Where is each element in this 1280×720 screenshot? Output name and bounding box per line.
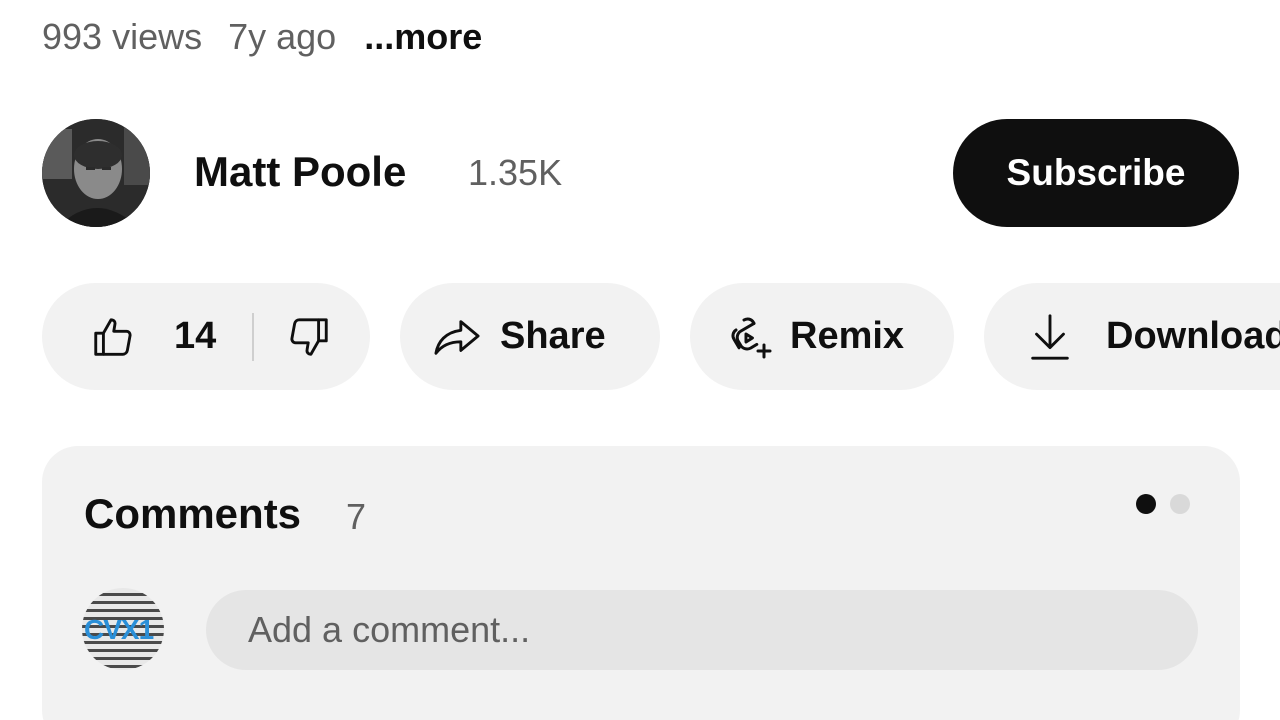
like-count: 14 <box>174 315 217 357</box>
download-label: Download <box>1106 315 1280 357</box>
subscribe-button[interactable]: Subscribe <box>953 119 1239 227</box>
thumbs-up-icon <box>90 314 136 360</box>
comment-input[interactable] <box>206 590 1198 670</box>
share-arrow-icon <box>432 314 482 360</box>
like-dislike-pill: 14 <box>42 283 370 390</box>
subscriber-count: 1.35K <box>468 152 563 193</box>
download-button[interactable]: Download <box>984 283 1280 390</box>
channel-avatar-photo-icon <box>42 119 150 227</box>
like-button[interactable]: 14 <box>42 283 216 390</box>
thumbs-down-icon <box>286 314 332 360</box>
comments-count: 7 <box>346 496 367 537</box>
channel-name[interactable]: Matt Poole <box>194 148 406 196</box>
channel-row: Matt Poole 1.35K Subscribe <box>42 118 1240 228</box>
carousel-dot-inactive <box>1170 494 1190 514</box>
user-avatar: CVX1 <box>82 588 164 670</box>
action-bar: 14 Share Remix Download <box>42 283 1280 390</box>
remix-icon <box>726 313 774 361</box>
remix-button[interactable]: Remix <box>690 283 954 390</box>
comments-section[interactable]: Comments 7 CVX1 <box>42 446 1240 720</box>
share-label: Share <box>500 315 606 357</box>
carousel-dot-active <box>1136 494 1156 514</box>
view-count: 993 views <box>42 16 203 57</box>
upload-age: 7y ago <box>228 16 337 57</box>
channel-avatar[interactable] <box>42 119 150 227</box>
more-link[interactable]: ...more <box>364 16 482 58</box>
carousel-indicator <box>1136 494 1204 514</box>
download-icon <box>1028 312 1072 362</box>
user-avatar-text: CVX1 <box>84 614 154 645</box>
comments-title: Comments <box>84 490 302 537</box>
video-meta-line[interactable]: 993 views 7y ago ...more <box>42 12 482 62</box>
share-button[interactable]: Share <box>400 283 660 390</box>
dislike-button[interactable] <box>254 283 332 390</box>
video-details-panel: 993 views 7y ago ...more Matt Poole 1.35… <box>0 0 1280 720</box>
remix-label: Remix <box>790 315 905 357</box>
